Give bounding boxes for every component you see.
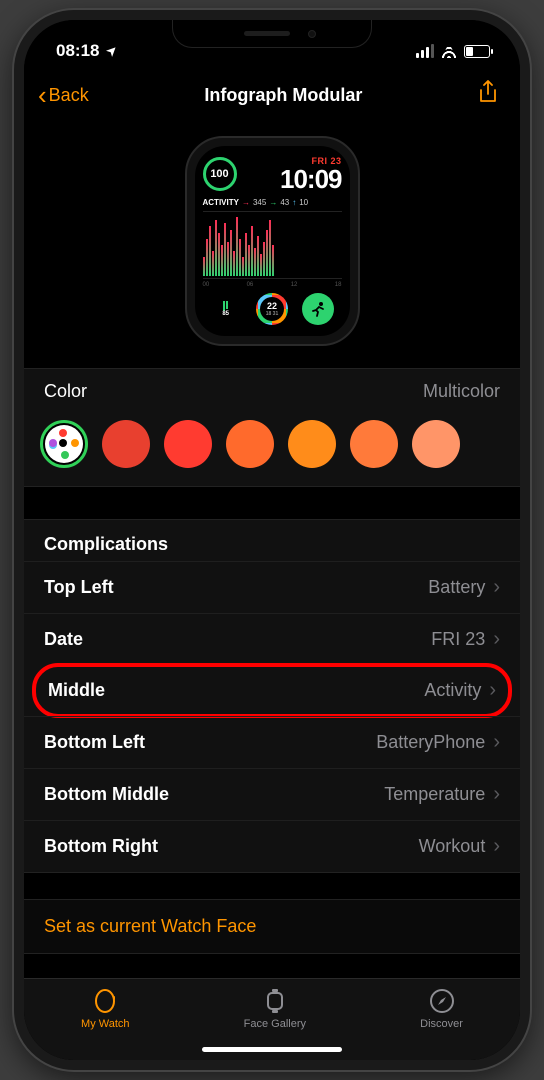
phone-frame: 08:18 ‹ Back Infograph Modular	[14, 10, 530, 1070]
complication-middle-preview: ACTIVITY →345 →43 ↑10	[203, 198, 342, 207]
tab-label: Discover	[420, 1018, 463, 1030]
complication-value: BatteryPhone	[376, 732, 485, 753]
complication-label: Bottom Left	[44, 732, 145, 753]
nav-header: ‹ Back Infograph Modular	[24, 68, 520, 118]
color-value: Multicolor	[423, 381, 500, 402]
complication-row-date[interactable]: Date FRI 23 ›	[24, 613, 520, 665]
complication-value: Workout	[419, 836, 486, 857]
color-swatch[interactable]	[412, 420, 460, 468]
complication-value: Battery	[428, 577, 485, 598]
wifi-icon	[440, 44, 458, 58]
ring-value: 100	[210, 168, 228, 180]
watch-preview: 100 FRI 23 10:09 ACTIVITY →345 →43 ↑10	[24, 118, 520, 368]
chevron-right-icon: ›	[489, 679, 496, 702]
watch-icon	[91, 987, 119, 1015]
complication-row-bottom-left[interactable]: Bottom Left BatteryPhone ›	[24, 716, 520, 768]
complication-label: Bottom Middle	[44, 784, 169, 805]
screen: 08:18 ‹ Back Infograph Modular	[24, 20, 520, 1060]
complication-label: Middle	[48, 680, 105, 701]
color-swatch-multicolor[interactable]	[40, 420, 88, 468]
chevron-right-icon: ›	[493, 835, 500, 858]
complication-bottom-middle-preview: 22 18 31	[256, 293, 288, 325]
tab-my-watch[interactable]: My Watch	[81, 987, 130, 1030]
color-row[interactable]: Color Multicolor	[24, 369, 520, 412]
compass-icon	[428, 987, 456, 1015]
page-title: Infograph Modular	[204, 85, 362, 106]
color-swatch-list[interactable]	[24, 412, 520, 486]
color-swatch[interactable]	[102, 420, 150, 468]
tab-bar: My Watch Face Gallery Discover	[24, 978, 520, 1060]
tab-face-gallery[interactable]: Face Gallery	[244, 987, 306, 1030]
set-as-current-button[interactable]: Set as current Watch Face	[24, 899, 520, 954]
complication-value: FRI 23	[431, 629, 485, 650]
color-swatch[interactable]	[164, 420, 212, 468]
complication-row-middle[interactable]: Middle Activity ›	[32, 663, 512, 718]
color-swatch[interactable]	[350, 420, 398, 468]
activity-graph	[203, 211, 342, 279]
notch	[172, 20, 372, 48]
tab-label: Face Gallery	[244, 1018, 306, 1030]
back-button[interactable]: ‹ Back	[38, 82, 89, 108]
home-indicator[interactable]	[202, 1047, 342, 1052]
chevron-right-icon: ›	[493, 628, 500, 651]
color-section: Color Multicolor	[24, 368, 520, 487]
location-icon	[103, 41, 119, 61]
complication-label: Date	[44, 629, 83, 650]
watchface-time: 10:09	[280, 166, 342, 192]
battery-icon	[464, 45, 490, 58]
chevron-right-icon: ›	[493, 576, 500, 599]
complication-bottom-right-preview	[302, 293, 334, 325]
complication-value: Temperature	[384, 784, 485, 805]
tab-discover[interactable]: Discover	[420, 987, 463, 1030]
chevron-right-icon: ›	[493, 783, 500, 806]
share-icon	[478, 80, 498, 104]
tab-label: My Watch	[81, 1018, 130, 1030]
color-label: Color	[44, 381, 87, 402]
complication-label: Bottom Right	[44, 836, 158, 857]
complication-label: Top Left	[44, 577, 114, 598]
graph-tick-labels: 00 06 12 18	[203, 282, 342, 288]
color-swatch[interactable]	[226, 420, 274, 468]
watch-case[interactable]: 100 FRI 23 10:09 ACTIVITY →345 →43 ↑10	[185, 136, 360, 346]
chevron-left-icon: ‹	[38, 82, 47, 108]
complication-row-bottom-middle[interactable]: Bottom Middle Temperature ›	[24, 768, 520, 820]
back-label: Back	[49, 85, 89, 106]
share-button[interactable]	[478, 80, 498, 110]
complication-bottom-left-preview: 85	[210, 293, 242, 325]
cellular-signal-icon	[416, 44, 434, 58]
complication-row-top-left[interactable]: Top Left Battery ›	[24, 561, 520, 613]
gallery-icon	[261, 987, 289, 1015]
running-icon	[310, 301, 326, 317]
chevron-right-icon: ›	[493, 731, 500, 754]
complications-section: Complications Top Left Battery › Date FR…	[24, 519, 520, 873]
complications-header: Complications	[24, 520, 520, 561]
complication-value: Activity	[424, 680, 481, 701]
status-time: 08:18	[56, 41, 99, 61]
complication-top-left-preview: 100	[203, 157, 237, 191]
color-swatch[interactable]	[288, 420, 336, 468]
complication-row-bottom-right[interactable]: Bottom Right Workout ›	[24, 820, 520, 872]
